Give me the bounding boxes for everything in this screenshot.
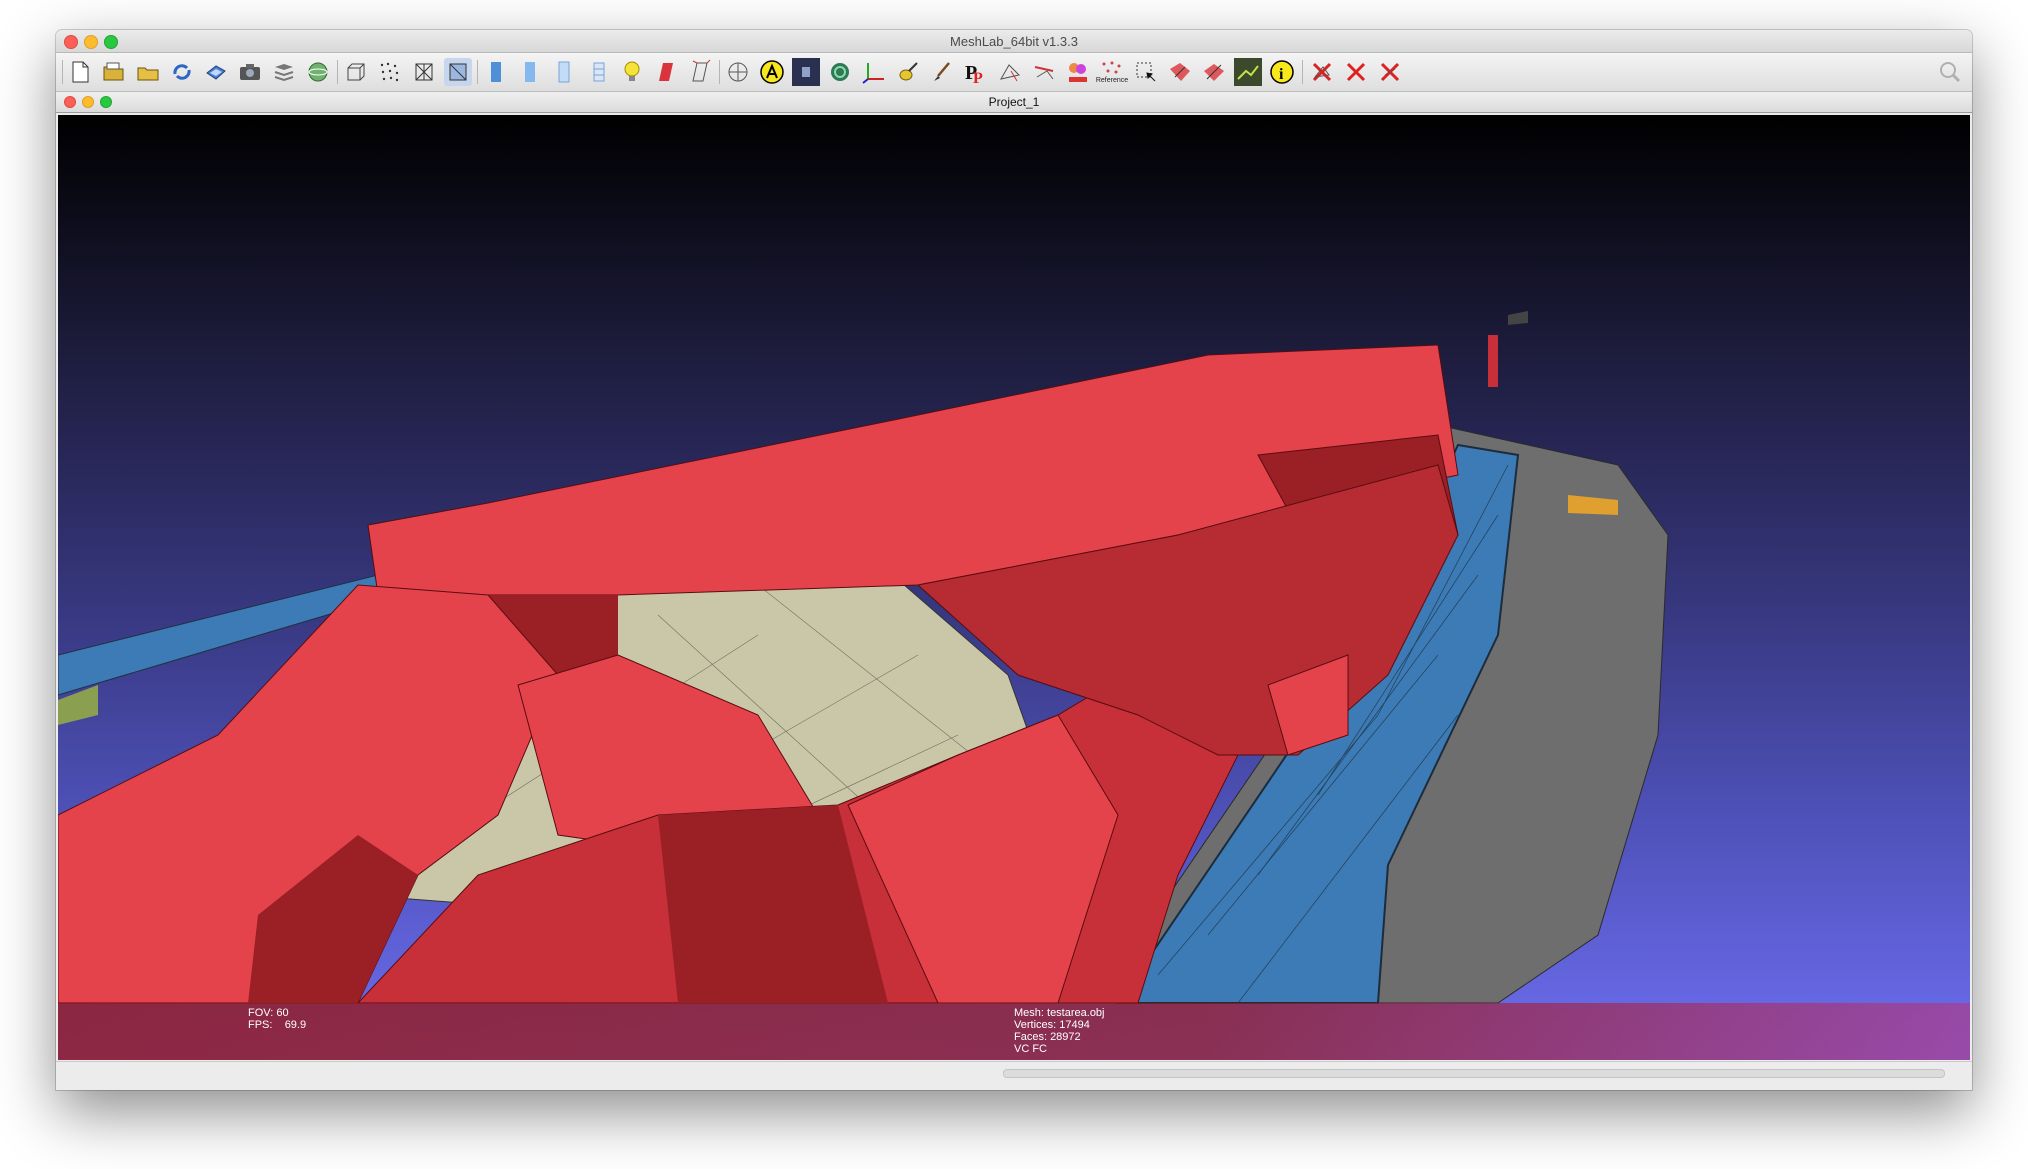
- delete-selection-icon[interactable]: [1376, 58, 1404, 86]
- reload-icon[interactable]: [168, 58, 196, 86]
- smooth-icon[interactable]: [550, 58, 578, 86]
- open-folder-icon[interactable]: [100, 58, 128, 86]
- document-title-bar[interactable]: Project_1: [56, 92, 1972, 113]
- axes-icon[interactable]: [860, 58, 888, 86]
- fov-readout: FOV: 60: [248, 1007, 289, 1019]
- vertex-normals-icon[interactable]: [686, 58, 714, 86]
- fps-readout: FPS: 69.9: [248, 1019, 306, 1031]
- fps-value: 69.9: [284, 1019, 307, 1031]
- layers-icon[interactable]: [270, 58, 298, 86]
- measure-icon[interactable]: [1166, 58, 1194, 86]
- mesh-name: Mesh: testarea.obj: [1014, 1007, 1105, 1019]
- sphere-icon[interactable]: [304, 58, 332, 86]
- color-map-icon[interactable]: [1064, 58, 1092, 86]
- delete-vertices-icon[interactable]: [1342, 58, 1370, 86]
- save-icon[interactable]: [202, 58, 230, 86]
- color-mode: VC FC: [1014, 1043, 1047, 1055]
- annotation-icon[interactable]: [758, 58, 786, 86]
- fov-value: 60: [276, 1007, 289, 1019]
- fov-label: FOV:: [248, 1007, 274, 1019]
- light-icon[interactable]: [618, 58, 646, 86]
- point-picker-icon[interactable]: PP: [962, 58, 990, 86]
- hidden-lines-icon[interactable]: [444, 58, 472, 86]
- flat-icon[interactable]: [516, 58, 544, 86]
- status-bar: [56, 1061, 1972, 1090]
- info-overlay: FOV: 60 FPS: 69.9 Mesh: testarea.obj Ver…: [58, 1003, 1970, 1060]
- document-title: Project_1: [988, 95, 1040, 109]
- meshlab-window: MeshLab_64bit v1.3.3 PP Reference i Proj…: [56, 30, 1972, 1090]
- raster-icon[interactable]: [1234, 58, 1262, 86]
- delete-faces-icon[interactable]: [1308, 58, 1336, 86]
- toolbar-separator: [719, 60, 720, 84]
- fps-label: FPS:: [248, 1019, 273, 1031]
- snapshot-icon[interactable]: [236, 58, 264, 86]
- toolbar-separator: [477, 60, 478, 84]
- points-icon[interactable]: [376, 58, 404, 86]
- title-bar[interactable]: MeshLab_64bit v1.3.3: [56, 30, 1972, 53]
- flat-lines-icon[interactable]: [482, 58, 510, 86]
- color-icon[interactable]: [652, 58, 680, 86]
- search-icon[interactable]: [1936, 58, 1964, 86]
- texture-icon[interactable]: [584, 58, 612, 86]
- select-area-icon[interactable]: [1132, 58, 1160, 86]
- open-project-icon[interactable]: [134, 58, 162, 86]
- face-count: Faces: 28972: [1014, 1031, 1081, 1043]
- info-icon[interactable]: i: [1268, 58, 1296, 86]
- new-file-icon[interactable]: [66, 58, 94, 86]
- align-icon[interactable]: [1200, 58, 1228, 86]
- vertex-count: Vertices: 17494: [1014, 1019, 1090, 1031]
- main-toolbar: PP Reference i: [56, 53, 1972, 92]
- bounding-box-icon[interactable]: [342, 58, 370, 86]
- antenna: [1508, 311, 1528, 325]
- svg-text:P: P: [973, 70, 983, 85]
- chimney: [1488, 335, 1498, 387]
- 3d-viewport[interactable]: FOV: 60 FPS: 69.9 Mesh: testarea.obj Ver…: [58, 115, 1970, 1060]
- wireframe-icon[interactable]: [410, 58, 438, 86]
- trackball-icon[interactable]: [724, 58, 752, 86]
- svg-text:i: i: [1279, 66, 1284, 83]
- reference-label: Reference: [1095, 77, 1129, 84]
- toolbar-separator: [1302, 60, 1303, 84]
- reference-icon[interactable]: Reference: [1095, 58, 1129, 86]
- progress-bar: [1003, 1069, 1945, 1078]
- window-title: MeshLab_64bit v1.3.3: [950, 34, 1078, 49]
- toolbar-separator: [62, 60, 63, 84]
- picture-icon[interactable]: [792, 58, 820, 86]
- brush-icon[interactable]: [928, 58, 956, 86]
- select-vertices-icon[interactable]: [1030, 58, 1058, 86]
- toolbar-separator: [337, 60, 338, 84]
- select-faces-icon[interactable]: [996, 58, 1024, 86]
- mesh-render: [58, 311, 1669, 1004]
- paint-icon[interactable]: [894, 58, 922, 86]
- color-wheel-icon[interactable]: [826, 58, 854, 86]
